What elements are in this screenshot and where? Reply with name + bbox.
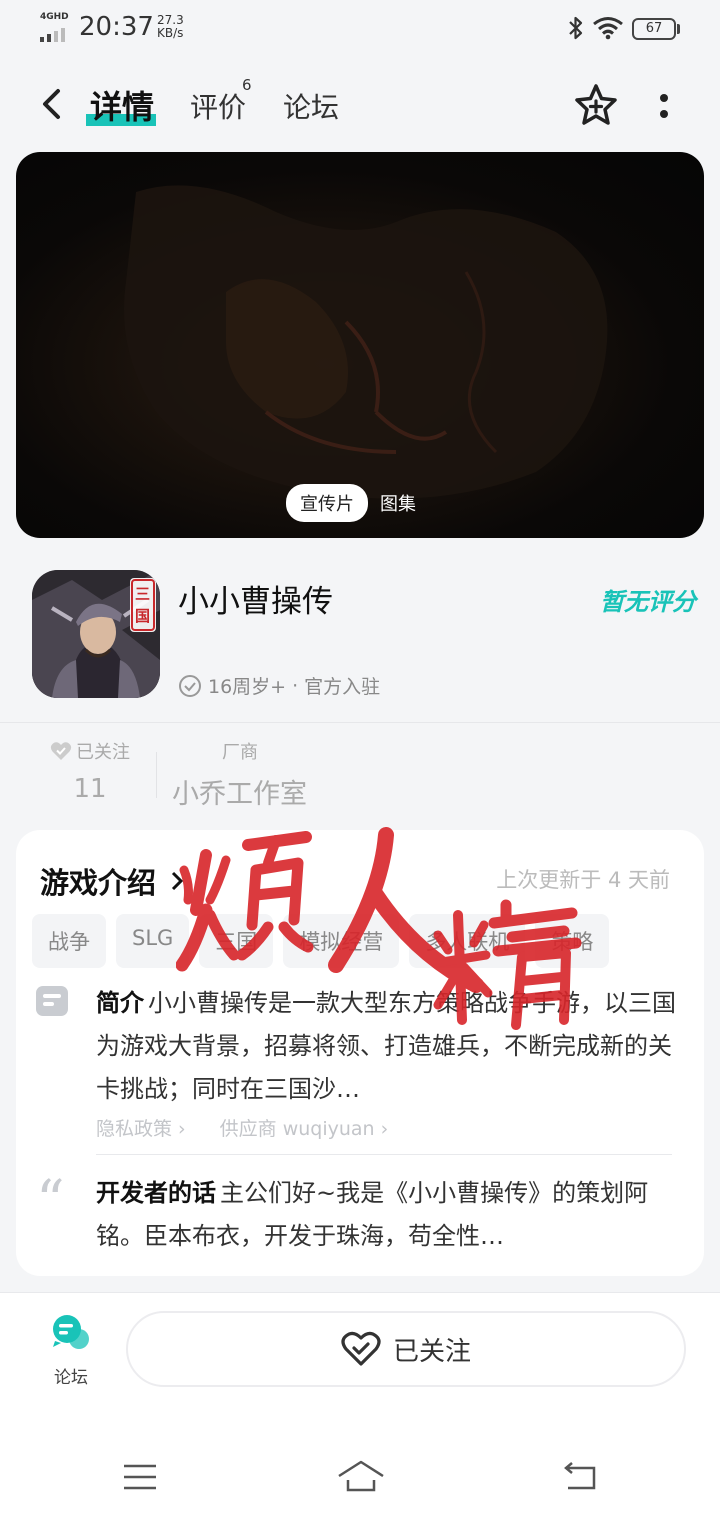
follow-button[interactable]: 已关注 <box>126 1311 686 1387</box>
intro-summary[interactable]: 简介 小小曹操传是一款大型东方策略战争手游，以三国为游戏大背景，招募将领、打造雄兵… <box>96 982 676 1111</box>
quote-icon: “ <box>36 1169 65 1234</box>
heart-check-icon <box>341 1331 381 1366</box>
video-frame <box>124 185 608 499</box>
document-icon <box>36 986 68 1016</box>
media-tabs: 宣传片 图集 <box>286 484 416 522</box>
more-vertical-icon[interactable] <box>650 86 678 126</box>
network-speed: 27.3 KB/s <box>157 13 184 40</box>
age-rating: 16周岁+ <box>208 676 287 698</box>
chevron-right-icon <box>172 871 184 891</box>
forum-label: 论坛 <box>54 1368 88 1388</box>
heart-check-icon <box>50 742 72 760</box>
bluetooth-icon <box>569 16 583 40</box>
last-updated: 上次更新于 4 天前 <box>496 868 670 892</box>
divider <box>0 722 720 723</box>
card-divider <box>96 1154 672 1155</box>
wifi-icon <box>593 17 623 40</box>
tab-promo-video[interactable]: 宣传片 <box>286 484 368 522</box>
promo-video[interactable]: 宣传片 图集 <box>16 152 704 538</box>
verified-icon <box>179 674 201 697</box>
app-name: 小小曹操传 <box>178 584 333 620</box>
privacy-policy-link[interactable]: 隐私政策 › <box>96 1114 186 1141</box>
tab-gallery[interactable]: 图集 <box>380 490 416 516</box>
review-count-badge: 6 <box>242 76 252 94</box>
intro-title[interactable]: 游戏介绍 <box>40 860 184 902</box>
home-icon[interactable] <box>336 1456 386 1496</box>
status-time: 20:37 <box>79 12 154 42</box>
tag[interactable]: 多人联机 <box>409 914 526 968</box>
follow-count: 11 <box>73 774 107 804</box>
forum-chat-icon <box>53 1315 89 1349</box>
stats-separator <box>156 752 157 798</box>
follow-stat: 已关注 11 <box>40 738 140 804</box>
app-icon: 三国 <box>32 570 160 698</box>
menu-icon[interactable] <box>120 1462 160 1492</box>
app-rating: 暂无评分 <box>600 588 696 616</box>
tag[interactable]: 战争 <box>32 914 106 968</box>
status-bar: 4GHD 20:37 27.3 KB/s 67 <box>0 0 720 58</box>
battery-icon: 67 <box>632 18 680 40</box>
back-nav-icon[interactable] <box>560 1458 600 1494</box>
tab-review[interactable]: 评价 6 <box>190 76 252 126</box>
tag-list: 战争 SLG 三国 模拟经营 多人联机 策略 <box>32 914 610 968</box>
follow-label: 已关注 <box>76 742 130 763</box>
star-plus-icon[interactable] <box>572 82 620 128</box>
vendor-name: 小乔工作室 <box>172 779 307 810</box>
official-label: 官方入驻 <box>304 676 381 698</box>
intro-links: 隐私政策 › 供应商 wuqiyuan › <box>96 1114 388 1141</box>
app-meta: 16周岁+ · 官方入驻 <box>178 672 380 699</box>
stats-row: 已关注 11 厂商 小乔工作室 <box>0 738 720 810</box>
tab-detail[interactable]: 详情 <box>86 82 157 128</box>
app-info: 三国 小小曹操传 暂无评分 16周岁+ · 官方入驻 <box>0 560 720 720</box>
developer-note[interactable]: 开发者的话 主公们好~我是《小小曹操传》的策划阿铭。臣本布衣，开发于珠海，苟全性… <box>96 1172 676 1258</box>
follow-button-label: 已关注 <box>392 1336 471 1367</box>
supplier-link[interactable]: 供应商 wuqiyuan › <box>220 1114 389 1141</box>
game-intro-card: 游戏介绍 上次更新于 4 天前 战争 SLG 三国 模拟经营 多人联机 策略 简… <box>16 830 704 1276</box>
back-icon[interactable] <box>36 86 68 122</box>
icon-badge: 三国 <box>135 585 151 625</box>
vendor-stat[interactable]: 厂商 小乔工作室 <box>172 738 307 811</box>
tag[interactable]: 策略 <box>535 914 610 968</box>
tab-forum[interactable]: 论坛 <box>283 86 339 126</box>
tag[interactable]: SLG <box>116 914 190 968</box>
signal-icon: 4GHD <box>40 12 74 42</box>
tag[interactable]: 三国 <box>199 914 274 968</box>
tag[interactable]: 模拟经营 <box>283 914 400 968</box>
vendor-label: 厂商 <box>222 742 258 763</box>
forum-button[interactable]: 论坛 <box>46 1313 96 1388</box>
top-nav: 详情 评价 6 论坛 <box>0 68 720 140</box>
